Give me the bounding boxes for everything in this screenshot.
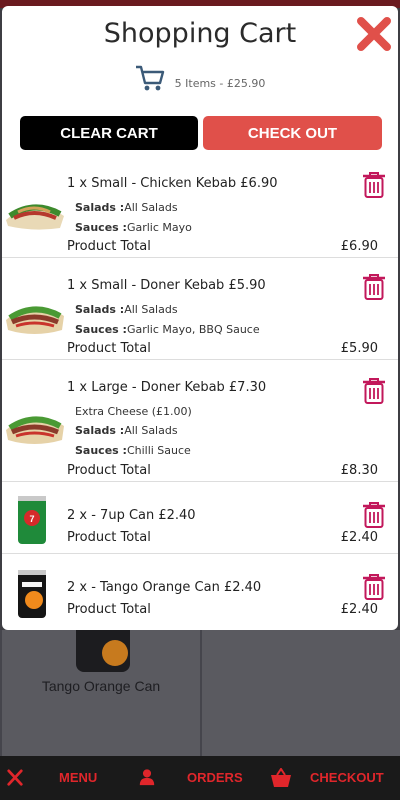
product-total-value: £2.40 [340,530,378,545]
cart-item: 1 x Small - Doner Kebab £5.90 Salads :Al… [2,258,398,360]
item-extra: Extra Cheese (£1.00) [75,405,192,418]
product-total-label: Product Total [67,341,151,356]
nav-menu[interactable]: MENU [59,770,97,785]
product-total-label: Product Total [67,530,151,545]
svg-text:7: 7 [29,514,34,524]
cart-summary-text: 5 Items - £25.90 [174,77,266,90]
trash-icon[interactable] [362,172,386,198]
nav-orders[interactable]: ORDERS [187,770,243,785]
product-total-value: £5.90 [340,341,378,356]
product-caption: Tango Orange Can [41,678,161,694]
item-title: 2 x - Tango Orange Can £2.40 [67,580,262,595]
nav-checkout[interactable]: CHECKOUT [310,770,384,785]
basket-icon [271,768,291,787]
trash-icon[interactable] [362,574,386,600]
modal-title: Shopping Cart [103,18,297,49]
7up-can-image: 7 [18,496,46,544]
item-title: 1 x Large - Doner Kebab £7.30 [67,380,267,395]
item-title: 1 x Small - Doner Kebab £5.90 [67,278,266,293]
product-total-label: Product Total [67,463,151,478]
item-salads: Salads :All Salads [75,424,178,437]
user-icon [139,769,155,786]
bottom-nav: MENU ORDERS CHECKOUT [0,756,400,800]
cart-summary: 5 Items - £25.90 [2,64,398,92]
cart-item: 1 x Large - Doner Kebab £7.30 Extra Chee… [2,360,398,482]
tango-can-icon [18,570,46,618]
trash-icon[interactable] [362,378,386,404]
item-sauces: Sauces :Chilli Sauce [75,444,191,457]
doner-kebab-image [6,306,64,334]
shopping-cart-icon [135,65,164,91]
cart-item: 2 x - Tango Orange Can £2.40 Product Tot… [2,554,398,630]
product-total-value: £6.90 [340,239,378,254]
item-title: 2 x - 7up Can £2.40 [67,508,196,523]
product-total-label: Product Total [67,602,151,617]
product-total-label: Product Total [67,239,151,254]
utensils-icon [7,769,23,786]
product-total-value: £2.40 [340,602,378,617]
clear-cart-button[interactable]: CLEAR CART [20,116,198,150]
item-salads: Salads :All Salads [75,303,178,316]
doner-kebab-image [6,416,64,444]
item-sauces: Sauces :Garlic Mayo [75,221,192,234]
trash-icon[interactable] [362,274,386,300]
trash-icon[interactable] [362,502,386,528]
product-total-value: £8.30 [340,463,378,478]
chicken-kebab-image [6,204,64,230]
close-icon[interactable] [356,16,392,52]
item-sauces: Sauces :Garlic Mayo, BBQ Sauce [75,323,260,336]
tango-can-image [76,630,130,672]
item-salads: Salads :All Salads [75,201,178,214]
product-tile-next[interactable] [202,630,400,756]
shopping-cart-modal: Shopping Cart 5 Items - £25.90 CLEAR CAR… [2,6,398,630]
cart-item: 1 x Small - Chicken Kebab £6.90 Salads :… [2,158,398,258]
cart-item: 7 2 x - 7up Can £2.40 Product Total £2.4… [2,482,398,554]
item-title: 1 x Small - Chicken Kebab £6.90 [67,176,278,191]
check-out-button[interactable]: CHECK OUT [203,116,382,150]
